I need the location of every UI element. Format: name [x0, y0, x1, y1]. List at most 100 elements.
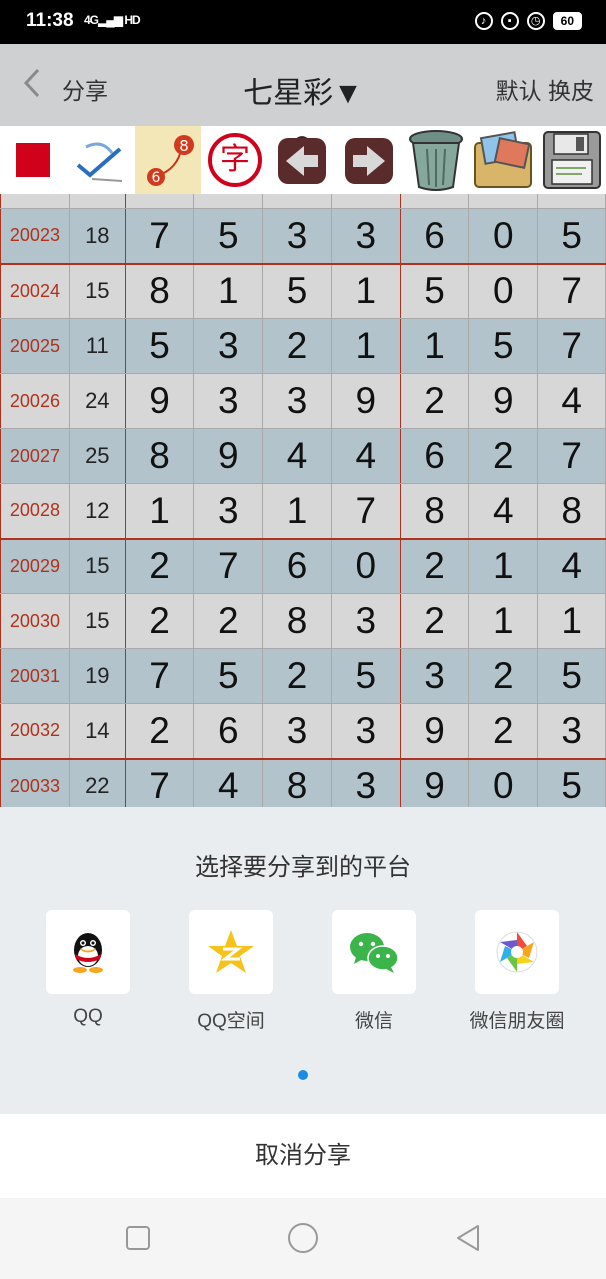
stop-square-button[interactable]	[0, 126, 66, 194]
results-table[interactable]: 2002237353532002318753360520024158151507…	[0, 194, 606, 807]
digit-cell: 3	[193, 483, 264, 539]
digit-cell: 3	[193, 373, 264, 429]
digit-cell: 2	[262, 318, 332, 374]
next-button[interactable]	[336, 126, 402, 194]
table-row: 20029 15 2 7 6 0 2 1 4	[0, 537, 606, 594]
sum-cell: 15	[68, 593, 126, 649]
char-icon: 字	[208, 133, 262, 187]
period-cell: 20033	[0, 757, 70, 807]
wechat-icon	[350, 933, 399, 973]
period-cell: 20032	[0, 703, 70, 759]
digit-cell: 6	[193, 703, 264, 759]
save-disk-icon	[542, 131, 601, 189]
digit-cell: 5	[537, 648, 606, 704]
digit-cell: 5	[124, 318, 195, 374]
photos-button[interactable]	[470, 126, 536, 194]
digit-cell: 1	[193, 262, 264, 319]
digit-cell: 1	[262, 483, 332, 539]
digit-cell: 4	[468, 483, 539, 539]
lock-icon: ▪	[500, 12, 519, 30]
digit-cell: 3	[537, 194, 606, 209]
digit-cell: 2	[468, 648, 539, 704]
digit-cell: 1	[124, 483, 195, 539]
digit-cell: 8	[124, 428, 195, 484]
page-indicator-dot	[298, 1070, 308, 1080]
digit-cell: 5	[468, 194, 539, 209]
digit-cell: 9	[399, 757, 470, 807]
cancel-share-button[interactable]: 取消分享	[0, 1114, 606, 1198]
digit-cell: 1	[399, 318, 470, 374]
digit-cell: 2	[124, 703, 195, 759]
period-cell: 20029	[0, 537, 70, 594]
share-qq[interactable]: QQ	[33, 910, 143, 1028]
digit-cell: 5	[330, 648, 401, 704]
trend-bottom-number: 6	[152, 170, 161, 186]
share-wechat[interactable]: 微信	[319, 910, 429, 1033]
sum-cell: 22	[68, 757, 126, 807]
stop-square-icon	[16, 143, 50, 177]
digit-cell: 9	[193, 428, 264, 484]
digit-cell: 8	[262, 757, 332, 807]
digit-cell: 5	[399, 262, 470, 319]
trash-icon	[409, 130, 463, 191]
digit-cell: 2	[193, 593, 264, 649]
share-moments-label: 微信朋友圈	[469, 1011, 565, 1032]
table-row: 20033 22 7 4 8 3 9 0 5	[0, 757, 606, 807]
share-moments[interactable]: 微信朋友圈	[462, 910, 572, 1033]
digit-cell: 4	[193, 757, 264, 807]
digit-cell: 7	[193, 537, 264, 594]
photos-icon	[474, 131, 532, 188]
period-cell: 20024	[0, 262, 70, 319]
digit-cell: 2	[262, 648, 332, 704]
table-row: 20032 14 2 6 3 3 9 2 3	[0, 703, 606, 759]
digit-cell: 7	[124, 757, 195, 807]
period-cell: 20023	[0, 208, 70, 264]
digit-cell: 3	[399, 194, 470, 209]
signal-icon: 4G▂▄▆ HD	[84, 13, 141, 27]
digit-cell: 0	[468, 262, 539, 319]
prev-button[interactable]	[269, 126, 335, 194]
share-sheet: 选择要分享到的平台 QQ QQ空间 微信 微信朋友圈	[0, 807, 606, 1114]
skin-menu[interactable]: 默认 换皮	[496, 72, 594, 106]
char-button[interactable]: 字	[202, 126, 268, 194]
sum-cell: 25	[68, 428, 126, 484]
check-pen-button[interactable]	[67, 126, 133, 194]
digit-cell: 9	[124, 373, 195, 429]
digit-cell: 0	[330, 537, 401, 594]
recents-square-icon[interactable]	[120, 1220, 156, 1256]
digit-cell: 1	[330, 318, 401, 374]
digit-cell: 9	[330, 373, 401, 429]
digit-cell: 3	[262, 194, 332, 209]
digit-cell: 8	[399, 483, 470, 539]
back-chevron-icon[interactable]	[22, 68, 42, 98]
share-wechat-label: 微信	[354, 1011, 393, 1032]
digit-cell: 2	[124, 593, 195, 649]
digit-cell: 5	[537, 757, 606, 807]
share-qzone[interactable]: QQ空间	[176, 910, 286, 1033]
share-back-label[interactable]: 分享	[62, 72, 108, 106]
digit-cell: 1	[468, 593, 539, 649]
trash-button[interactable]	[403, 126, 469, 194]
digit-cell: 3	[330, 757, 401, 807]
digit-cell: 3	[262, 703, 332, 759]
battery-icon: 60	[552, 12, 582, 30]
arrow-left-icon	[278, 136, 326, 184]
digit-cell: 3	[262, 208, 332, 264]
digit-cell: 6	[399, 428, 470, 484]
qq-penguin-icon	[73, 933, 103, 973]
digit-cell: 4	[330, 428, 401, 484]
table-row: 20031 19 7 5 2 5 3 2 5	[0, 648, 606, 704]
save-button[interactable]	[537, 126, 606, 194]
back-triangle-icon[interactable]	[450, 1220, 486, 1256]
trend-line-button[interactable]: 8 6	[135, 126, 201, 194]
table-row: 20027 25 8 9 4 4 6 2 7	[0, 428, 606, 484]
share-qzone-label: QQ空间	[197, 1011, 265, 1032]
digit-cell: 4	[262, 428, 332, 484]
digit-cell: 8	[537, 483, 606, 539]
digit-cell: 3	[537, 703, 606, 759]
period-cell: 20026	[0, 373, 70, 429]
lottery-title-dropdown[interactable]: 七星彩▼	[243, 77, 363, 110]
digit-cell: 6	[262, 537, 332, 594]
home-circle-icon[interactable]	[285, 1220, 321, 1256]
table-row: 20025 11 5 3 2 1 1 5 7	[0, 318, 606, 374]
